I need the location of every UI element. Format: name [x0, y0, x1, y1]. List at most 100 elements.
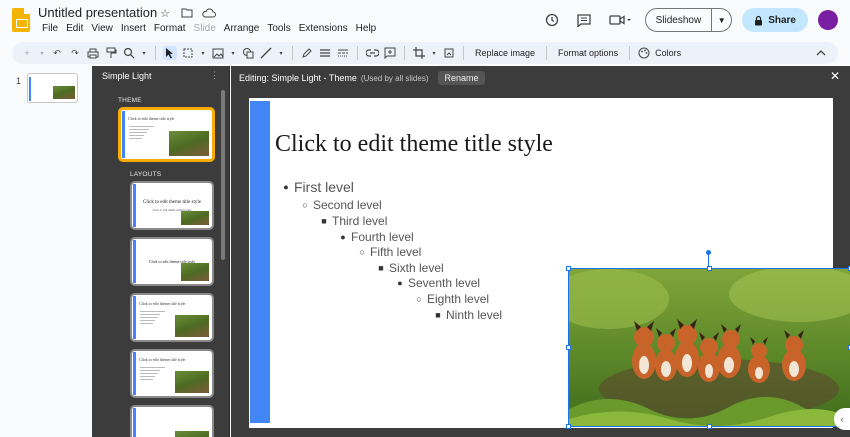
- level-text: Sixth level: [389, 261, 444, 275]
- share-button[interactable]: Share: [742, 8, 808, 32]
- colors-button[interactable]: Colors: [655, 48, 685, 58]
- layout-thumbnail-title-only[interactable]: [130, 405, 214, 437]
- menu-view[interactable]: View: [87, 23, 117, 34]
- body-level-3[interactable]: ■ Third level: [319, 214, 387, 228]
- thumb-accent-bar: [133, 408, 136, 437]
- side-panel-toggle-icon[interactable]: ‹: [834, 408, 850, 430]
- layout-thumbnail-two-columns[interactable]: Click to edit theme title style: [130, 349, 214, 398]
- add-comment-icon[interactable]: [383, 46, 397, 60]
- meet-camera-icon[interactable]: [605, 9, 635, 31]
- slide-thumbnail[interactable]: [27, 73, 78, 103]
- body-level-2[interactable]: ○ Second level: [300, 198, 382, 212]
- body-level-5[interactable]: ○ Fifth level: [357, 245, 421, 259]
- layout-thumbnail-title[interactable]: Click to edit theme title style Click to…: [130, 181, 214, 230]
- crop-icon[interactable]: [412, 46, 426, 60]
- body-level-6[interactable]: ■ Sixth level: [376, 261, 444, 275]
- select-frame-icon[interactable]: [181, 46, 195, 60]
- avatar[interactable]: [818, 10, 838, 30]
- theme-panel-scrollbar[interactable]: [221, 90, 225, 260]
- toolbar-divider: [357, 46, 358, 60]
- resize-handle-s[interactable]: [707, 424, 712, 429]
- line-dropdown-icon[interactable]: ▾: [277, 46, 285, 60]
- zoom-dropdown-icon[interactable]: ▾: [140, 46, 148, 60]
- redo-icon[interactable]: ↷: [68, 46, 82, 60]
- comments-icon[interactable]: [573, 9, 595, 31]
- crop-dropdown-icon[interactable]: ▾: [430, 46, 438, 60]
- toolbar-divider: [404, 46, 405, 60]
- body-level-9[interactable]: ■ Ninth level: [433, 308, 502, 322]
- title-icons: ☆: [158, 6, 216, 20]
- thumb-accent-bar: [122, 111, 125, 158]
- image-icon[interactable]: [211, 46, 225, 60]
- fox-cubs-image[interactable]: [568, 268, 850, 427]
- menu-file[interactable]: File: [38, 23, 62, 34]
- version-history-icon[interactable]: [541, 9, 563, 31]
- link-icon[interactable]: [365, 46, 379, 60]
- image-dropdown-icon[interactable]: ▾: [229, 46, 237, 60]
- level-text: Seventh level: [408, 276, 481, 290]
- theme-master-thumbnail[interactable]: Click to edit theme title style: [118, 107, 215, 162]
- resize-handle-nw[interactable]: [566, 266, 571, 271]
- new-slide-dropdown-icon[interactable]: ▾: [38, 46, 46, 60]
- level-text: Third level: [332, 214, 388, 228]
- body-level-7[interactable]: ● Seventh level: [395, 276, 480, 290]
- layout-thumbnail-title-body[interactable]: Click to edit theme title style: [130, 293, 214, 342]
- bullet-filled-circle: ●: [283, 182, 289, 192]
- palette-icon[interactable]: [637, 46, 651, 60]
- border-color-icon[interactable]: [300, 46, 314, 60]
- thumb-image: [175, 431, 209, 437]
- body-level-1[interactable]: ● First level: [281, 179, 354, 195]
- undo-icon[interactable]: ↶: [50, 46, 64, 60]
- theme-options-icon[interactable]: ⋮: [210, 70, 219, 81]
- select-cursor-icon[interactable]: [163, 46, 177, 60]
- border-dash-icon[interactable]: [336, 46, 350, 60]
- level-text: Fourth level: [351, 230, 414, 244]
- menu-tools[interactable]: Tools: [263, 23, 294, 34]
- star-icon[interactable]: ☆: [158, 6, 172, 20]
- paint-format-icon[interactable]: [104, 46, 118, 60]
- slideshow-label[interactable]: Slideshow: [646, 9, 712, 31]
- layout-thumbnail-section[interactable]: Click to edit theme title style: [130, 237, 214, 286]
- level-text: Second level: [313, 198, 382, 212]
- reset-image-icon[interactable]: [442, 46, 456, 60]
- menu-format[interactable]: Format: [150, 23, 190, 34]
- rename-button[interactable]: Rename: [438, 71, 485, 85]
- close-icon[interactable]: ✕: [830, 69, 840, 83]
- toolbar: + ▾ ↶ ↷ ▾ ▾ ▾ ▾ ▾ Replace image Format o…: [12, 42, 838, 64]
- slide-canvas[interactable]: Click to edit theme title style ● First l…: [249, 98, 850, 429]
- resize-handle-n[interactable]: [707, 266, 712, 271]
- slide-title-placeholder[interactable]: Click to edit theme title style: [275, 131, 553, 158]
- select-frame-dropdown-icon[interactable]: ▾: [199, 46, 207, 60]
- border-weight-icon[interactable]: [318, 46, 332, 60]
- rotation-handle[interactable]: [706, 250, 711, 255]
- body-level-4[interactable]: ● Fourth level: [338, 230, 414, 244]
- document-title[interactable]: Untitled presentation: [38, 5, 157, 20]
- slideshow-button[interactable]: Slideshow ▼: [644, 8, 733, 32]
- line-icon[interactable]: [259, 46, 273, 60]
- bullet-hollow-circle: ○: [416, 294, 422, 304]
- body-level-8[interactable]: ○ Eighth level: [414, 292, 489, 306]
- resize-handle-sw[interactable]: [566, 424, 571, 429]
- menu-edit[interactable]: Edit: [62, 23, 87, 34]
- menu-insert[interactable]: Insert: [117, 23, 150, 34]
- slideshow-dropdown-icon[interactable]: ▼: [711, 9, 731, 31]
- menu-arrange[interactable]: Arrange: [220, 23, 264, 34]
- new-slide-icon[interactable]: +: [20, 46, 34, 60]
- resize-handle-w[interactable]: [566, 345, 571, 350]
- slide-thumbnail-bar: [29, 77, 31, 101]
- replace-image-button[interactable]: Replace image: [471, 48, 539, 58]
- collapse-toolbar-icon[interactable]: [814, 46, 828, 60]
- move-folder-icon[interactable]: [180, 6, 194, 20]
- thumb-accent-bar: [133, 240, 136, 283]
- menu-help[interactable]: Help: [352, 23, 381, 34]
- accent-bar[interactable]: [250, 101, 270, 423]
- shape-icon[interactable]: [241, 46, 255, 60]
- thumb-lines: [129, 124, 154, 141]
- zoom-icon[interactable]: [122, 46, 136, 60]
- bullet-square: ■: [378, 263, 384, 273]
- menu-extensions[interactable]: Extensions: [295, 23, 352, 34]
- print-icon[interactable]: [86, 46, 100, 60]
- slides-logo-icon[interactable]: [12, 8, 30, 32]
- format-options-button[interactable]: Format options: [554, 48, 622, 58]
- cloud-status-icon[interactable]: [202, 6, 216, 20]
